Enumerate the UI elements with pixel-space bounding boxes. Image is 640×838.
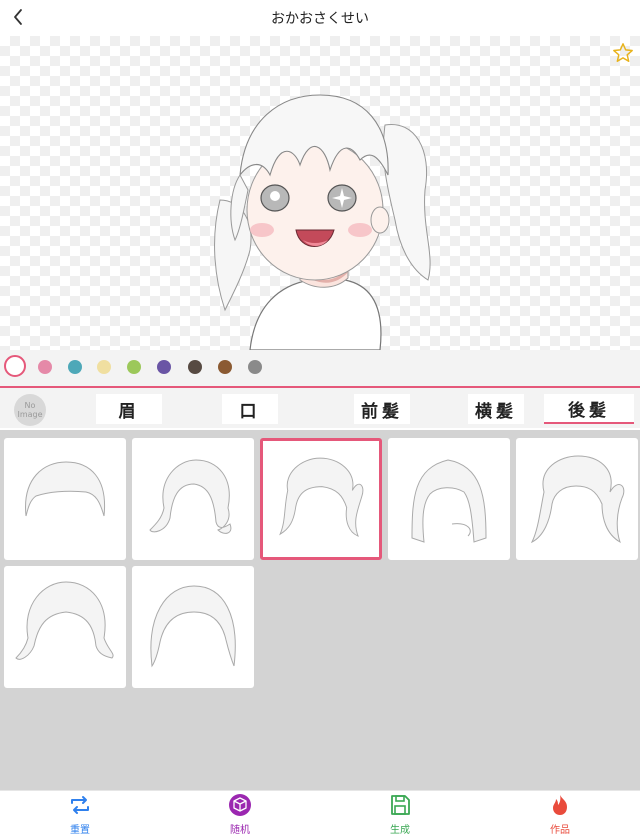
reset-button[interactable]: 重置 xyxy=(40,793,120,837)
swatch-teal[interactable] xyxy=(68,360,82,374)
tab-back-hair[interactable]: 後髪 xyxy=(544,394,634,424)
top-bar: おかおさくせい xyxy=(0,0,640,36)
preview-canvas xyxy=(0,36,640,350)
tab-eyebrows[interactable]: 眉 xyxy=(96,394,162,424)
swatch-gray[interactable] xyxy=(248,360,262,374)
tab-no-image-label: No Image xyxy=(17,401,43,419)
character-preview xyxy=(214,94,431,350)
star-outline-icon[interactable] xyxy=(612,42,634,64)
reset-label: 重置 xyxy=(70,825,90,836)
hairstyle-option-bob[interactable] xyxy=(132,566,254,688)
generate-button[interactable]: 生成 xyxy=(360,793,440,837)
hairstyle-option-twin-tail[interactable] xyxy=(260,438,382,560)
swatch-green[interactable] xyxy=(127,360,141,374)
dice-icon xyxy=(229,794,251,816)
works-button[interactable]: 作品 xyxy=(520,793,600,837)
hairstyle-option-wavy-short[interactable] xyxy=(132,438,254,560)
save-icon xyxy=(391,795,410,815)
generate-label: 生成 xyxy=(390,825,410,836)
bottom-nav: 重置 随机 生成 作品 xyxy=(0,790,640,838)
swatch-white[interactable] xyxy=(4,355,26,377)
part-category-tabs: No Image 眉 口 前髪 横髪 後髪 xyxy=(0,386,640,428)
hairstyle-option-spiky-short[interactable] xyxy=(4,566,126,688)
fire-icon xyxy=(553,795,567,815)
side-tails-hair-thumb xyxy=(530,455,625,544)
bob-hair-thumb xyxy=(150,585,236,668)
swatch-dark-brown[interactable] xyxy=(188,360,202,374)
page-title: おかおさくせい xyxy=(271,11,369,27)
hairstyle-option-long-straight[interactable] xyxy=(388,438,510,560)
tab-side-hair[interactable]: 横髪 xyxy=(468,394,524,424)
hairstyle-option-side-tails[interactable] xyxy=(516,438,638,560)
tab-front-hair[interactable]: 前髪 xyxy=(354,394,410,424)
works-label: 作品 xyxy=(550,825,570,836)
repeat-icon xyxy=(71,796,89,814)
wavy-short-hair-thumb xyxy=(149,459,232,534)
random-label: 随机 xyxy=(230,825,250,836)
tab-mouth[interactable]: 口 xyxy=(222,394,278,424)
twin-tail-hair-thumb xyxy=(279,457,364,537)
tab-no-image[interactable]: No Image xyxy=(14,394,46,426)
swatch-brown[interactable] xyxy=(218,360,232,374)
long-straight-hair-thumb xyxy=(411,459,487,543)
hairstyle-option-short-bob[interactable] xyxy=(4,438,126,560)
swatch-blonde[interactable] xyxy=(97,360,111,374)
hair-color-swatches xyxy=(0,350,640,386)
random-button[interactable]: 随机 xyxy=(200,793,280,837)
swatch-pink[interactable] xyxy=(38,360,52,374)
swatch-purple[interactable] xyxy=(157,360,171,374)
short-bob-hair-thumb xyxy=(25,461,106,517)
spiky-short-hair-thumb xyxy=(15,581,114,660)
hairstyle-grid xyxy=(0,430,640,790)
